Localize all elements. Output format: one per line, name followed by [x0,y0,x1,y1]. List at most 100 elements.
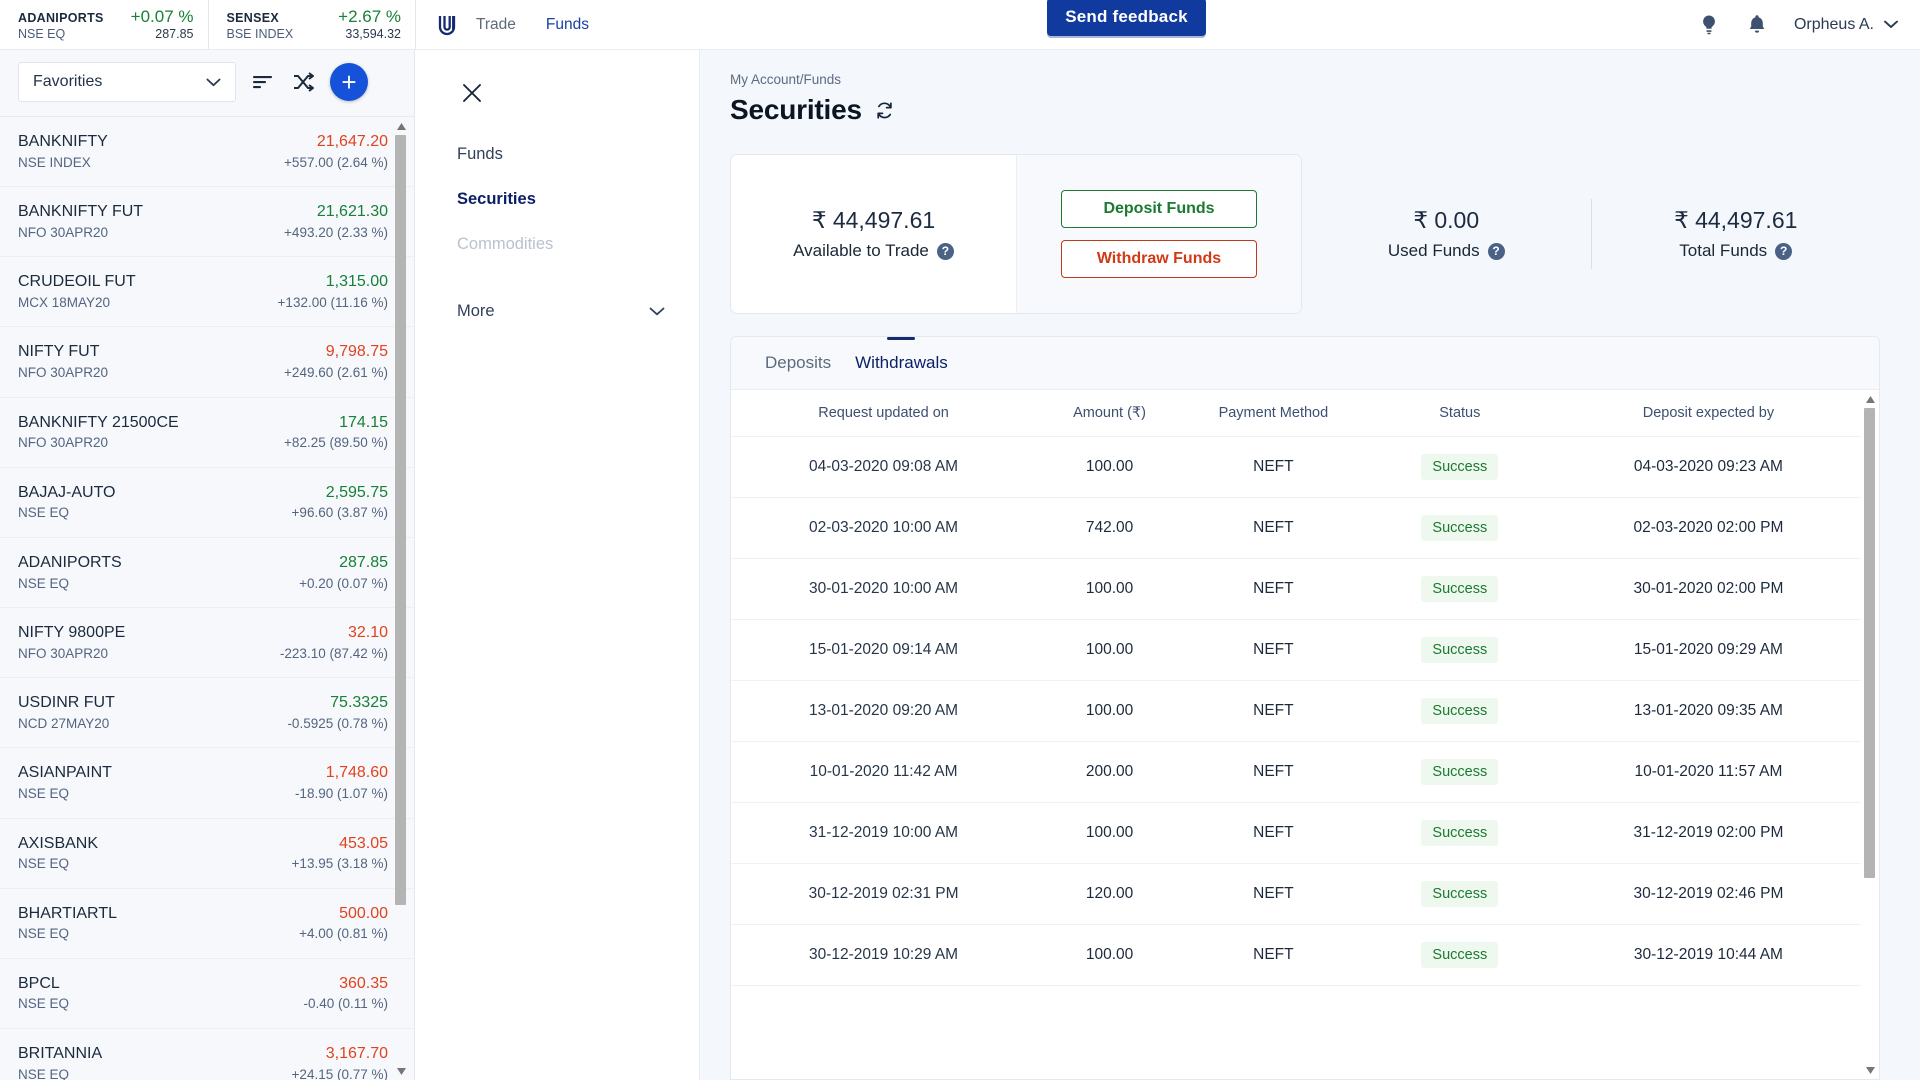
table-row[interactable]: 10-01-2020 11:42 AM 200.00 NEFT Success 10-0… [731,741,1861,803]
ticker-change-pct: +0.07 % [130,7,194,26]
table-row[interactable]: 04-03-2020 09:08 AM 100.00 NEFT Success 04-0… [731,436,1861,498]
user-menu[interactable]: Orpheus A. [1794,16,1898,34]
watchlist-item-quote: 32.10 -223.10 (87.42 %) [280,622,388,663]
watchlist-item-change: +82.25 (89.50 %) [284,435,388,451]
watchlist-item-quote: 75.3325 -0.5925 (0.78 %) [287,692,388,733]
watchlist-item[interactable]: USDINR FUT NCD 27MAY20 75.3325 -0.5925 (0.7… [0,678,414,749]
transactions-table: Request updated on Amount (₹) Payment Me… [731,390,1861,986]
sidenav-item-funds[interactable]: Funds [443,132,699,177]
watchlist-item[interactable]: BANKNIFTY 21500CE NFO 30APR20 174.15 +82.25… [0,397,414,468]
table-scroll-thumb[interactable] [1864,408,1875,878]
send-feedback-button[interactable]: Send feedback [1047,0,1206,36]
table-row[interactable]: 02-03-2020 10:00 AM 742.00 NEFT Success 02-0… [731,497,1861,559]
table-scrollbar[interactable] [1863,390,1877,1079]
table-row[interactable]: 30-12-2019 10:29 AM 100.00 NEFT Success 30-1… [731,924,1861,986]
content-area: ₹ 44,497.61 Available to Trade ? Deposit… [700,144,1920,1080]
cell-payment-method: NEFT [1182,497,1364,559]
watchlist-scroll-thumb[interactable] [395,135,406,905]
tab-withdrawals[interactable]: Withdrawals [843,337,960,389]
watchlist-item[interactable]: BAJAJ-AUTO NSE EQ 2,595.75 +96.60 (3.87 %) [0,467,414,538]
watchlist-item-price: 1,315.00 [325,273,388,291]
watchlist-item[interactable]: BRITANNIA NSE EQ 3,167.70 +24.15 (0.77 %) [0,1029,414,1080]
refresh-icon[interactable] [874,99,896,121]
watchlist-select[interactable]: Favorities [18,62,236,102]
table-row[interactable]: 13-01-2020 09:20 AM 100.00 NEFT Success 13-0… [731,680,1861,742]
tab-deposits[interactable]: Deposits [753,337,843,389]
total-amount: ₹ 44,497.61 [1674,207,1798,233]
withdraw-funds-button[interactable]: Withdraw Funds [1061,240,1257,278]
table-scroll-up-arrow-icon[interactable] [1863,392,1877,406]
scroll-down-arrow-icon[interactable] [394,1064,408,1078]
cell-deposit-expected-by: 31-12-2019 02:00 PM [1555,802,1861,864]
status-badge: Success [1421,820,1499,846]
table-row[interactable]: 15-01-2020 09:14 AM 100.00 NEFT Success 15-0… [731,619,1861,681]
watchlist-item-exchange: NSE EQ [18,996,70,1012]
watchlist-item[interactable]: BANKNIFTY NSE INDEX 21,647.20 +557.00 (2.64… [0,117,414,188]
scroll-up-arrow-icon[interactable] [394,119,408,133]
upstox-logo-icon[interactable] [432,10,462,40]
watchlist-item[interactable]: NIFTY 9800PE NFO 30APR20 32.10 -223.10 (87.… [0,608,414,679]
watchlist-item-price: 21,621.30 [316,203,388,221]
funds-summary-row: ₹ 44,497.61 Available to Trade ? Deposit… [730,154,1880,314]
cell-amount: 742.00 [1036,497,1183,559]
cell-request-updated-on: 15-01-2020 09:14 AM [731,619,1037,681]
cell-amount: 100.00 [1036,680,1183,742]
watchlist-item-price: 500.00 [339,904,388,922]
watchlist-toolbar: Favorities + [0,50,414,116]
help-icon[interactable]: ? [936,242,954,260]
table-scroll-down-arrow-icon[interactable] [1863,1063,1877,1077]
watchlist-item-info: NIFTY FUT NFO 30APR20 [18,341,108,382]
cell-request-updated-on: 30-01-2020 10:00 AM [731,558,1037,620]
watchlist-item-price: 75.3325 [330,694,388,712]
page-header: My Account/Funds Securities [700,50,1920,144]
watchlist-item[interactable]: AXISBANK NSE EQ 453.05 +13.95 (3.18 %) [0,818,414,889]
sort-icon[interactable] [250,69,276,95]
watchlist-item-info: CRUDEOIL FUT MCX 18MAY20 [18,271,136,312]
used-label-row: Used Funds ? [1388,241,1505,261]
available-label: Available to Trade [793,241,929,260]
table-row[interactable]: 30-01-2020 10:00 AM 100.00 NEFT Success 30-0… [731,558,1861,620]
watchlist-item[interactable]: CRUDEOIL FUT MCX 18MAY20 1,315.00 +132.00 (… [0,257,414,328]
cell-deposit-expected-by: 04-03-2020 09:23 AM [1555,436,1861,498]
ticker-sensex[interactable]: SENSEX +2.67 % BSE INDEX 33,594.32 [207,0,416,49]
sidenav-item-securities[interactable]: Securities [443,177,699,222]
watchlist-item-symbol: AXISBANK [18,834,99,852]
watchlist-item-quote: 21,621.30 +493.20 (2.33 %) [284,201,388,242]
watchlist-item-change: +24.15 (0.77 %) [291,1066,388,1080]
nav-link-trade[interactable]: Trade [476,16,516,34]
watchlist-item[interactable]: NIFTY FUT NFO 30APR20 9,798.75 +249.60 (2.6… [0,327,414,398]
add-instrument-button[interactable]: + [330,63,368,101]
watchlist-item-exchange: NSE EQ [18,856,70,872]
watchlist-item[interactable]: BANKNIFTY FUT NFO 30APR20 21,621.30 +493.20… [0,187,414,258]
shuffle-icon[interactable] [290,69,316,95]
watchlist-item-price: 360.35 [339,974,388,992]
col-amount: Amount (₹) [1036,390,1183,437]
help-icon[interactable]: ? [1775,242,1793,260]
table-row[interactable]: 30-12-2019 02:31 PM 120.00 NEFT Success 30-1… [731,863,1861,925]
watchlist-item[interactable]: BPCL NSE EQ 360.35 -0.40 (0.11 %) [0,958,414,1030]
watchlist-item-quote: 453.05 +13.95 (3.18 %) [292,833,388,874]
breadcrumb[interactable]: My Account/Funds [730,72,1920,87]
nav-link-funds[interactable]: Funds [546,16,589,34]
ticker-adaniports[interactable]: ADANIPORTS +0.07 % NSE EQ 287.85 [0,0,208,49]
table-row[interactable]: 31-12-2019 10:00 AM 100.00 NEFT Success 31-1… [731,802,1861,864]
main-content: My Account/Funds Securities ₹ 44,497.61 … [700,50,1920,1080]
cell-amount: 100.00 [1036,619,1183,681]
total-label-row: Total Funds ? [1679,241,1793,261]
deposit-funds-button[interactable]: Deposit Funds [1061,190,1257,228]
watchlist-item-symbol: NIFTY FUT [18,343,100,361]
top-row: ADANIPORTS +0.07 % NSE EQ 287.85 SENSEX … [0,0,1920,50]
help-icon[interactable]: ? [1487,242,1505,260]
bell-icon[interactable] [1746,14,1768,36]
watchlist-item[interactable]: ASIANPAINT NSE EQ 1,748.60 -18.90 (1.07 %) [0,748,414,819]
watchlist-scrollbar[interactable] [394,119,408,1078]
funds-actions: Deposit Funds Withdraw Funds [1016,155,1301,313]
watchlist-item[interactable]: BHARTIARTL NSE EQ 500.00 +4.00 (0.81 %) [0,888,414,959]
watchlist-item[interactable]: ADANIPORTS NSE EQ 287.85 +0.20 (0.07 %) [0,537,414,609]
close-icon[interactable] [457,78,487,108]
table-header-row: Request updated on Amount (₹) Payment Me… [731,390,1861,437]
watchlist-item-symbol: ASIANPAINT [18,764,112,782]
watchlist-item-info: BAJAJ-AUTO NSE EQ [18,482,116,523]
sidenav-item-more[interactable]: More [443,289,699,334]
lightbulb-icon[interactable] [1698,14,1720,36]
